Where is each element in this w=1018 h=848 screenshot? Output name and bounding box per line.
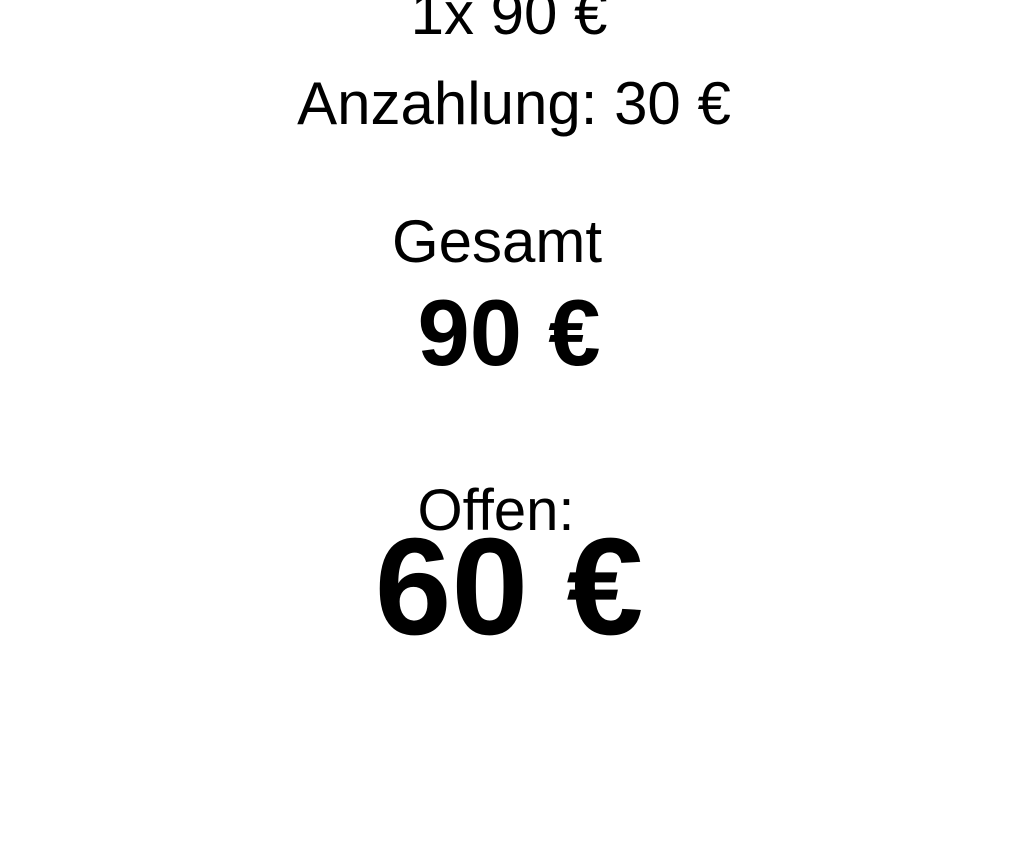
open-amount: 60 € [374, 510, 644, 664]
total-amount: 90 € [417, 280, 601, 385]
deposit-amount: 30 € [614, 70, 731, 137]
total-label: Gesamt [391, 208, 603, 275]
deposit-line: Anzahlung: 30 € [5, 74, 1018, 134]
line-item-summary: 1x 90 € [410, 0, 608, 47]
deposit-label: Anzahlung: [297, 70, 598, 137]
